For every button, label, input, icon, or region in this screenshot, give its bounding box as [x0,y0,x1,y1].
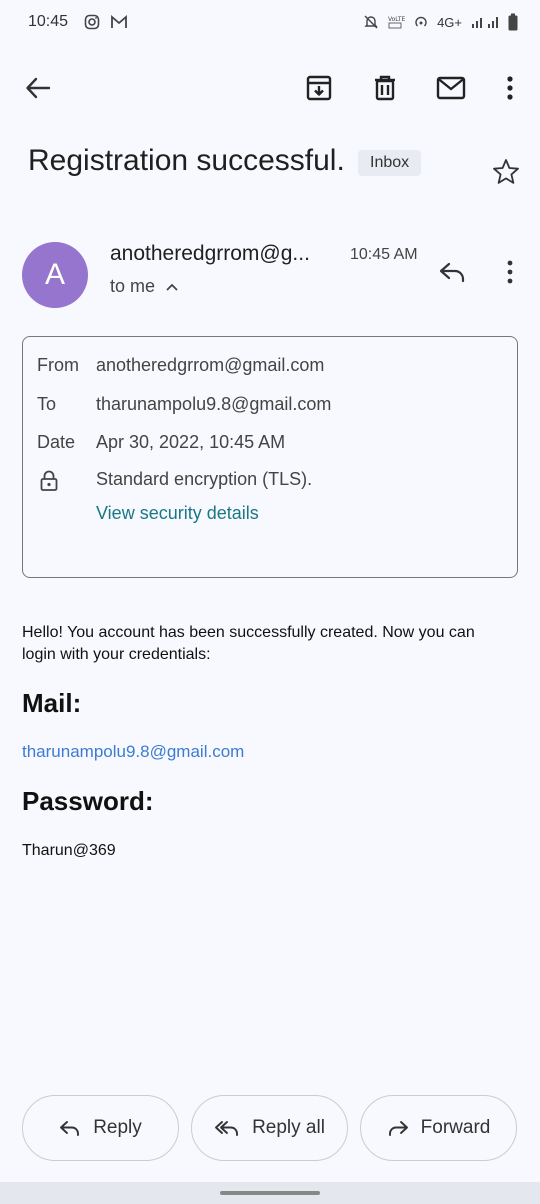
message-more-icon[interactable] [494,254,526,290]
battery-icon [508,13,518,31]
email-time: 10:45 AM [350,246,418,263]
avatar[interactable]: A [22,242,88,308]
reply-button-label: Reply [93,1117,142,1138]
details-date-row: Date Apr 30, 2022, 10:45 AM [37,432,285,453]
password-heading: Password: [22,786,154,816]
status-time: 10:45 [28,13,69,30]
date-value: Apr 30, 2022, 10:45 AM [96,432,286,452]
star-icon[interactable] [490,156,522,188]
recipient-summary: to me [110,276,156,296]
to-label: To [37,394,57,414]
password-value: Tharun@369 [22,842,116,859]
from-label: From [37,355,79,375]
delete-icon[interactable] [367,70,403,106]
message-details-box: From anotheredgrrom@gmail.com To tharuna… [22,336,518,578]
reply-icon [59,1119,81,1137]
sender-name[interactable]: anotheredgrrom@g... [110,242,340,266]
forward-icon [387,1119,409,1137]
to-value[interactable]: tharunampolu9.8@gmail.com [96,394,331,415]
forward-button-label: Forward [420,1117,491,1138]
subject-row: Registration successful. Inbox [28,140,519,190]
chevron-up-icon [165,282,179,292]
reply-icon[interactable] [434,254,470,290]
lock-icon [37,469,61,493]
view-security-details-link[interactable]: View security details [96,503,259,524]
reply-button[interactable]: Reply [22,1095,179,1161]
mail-address-link[interactable]: tharunampolu9.8@gmail.com [22,742,244,762]
inbox-label-chip[interactable]: Inbox [358,150,422,176]
status-bar: 10:45 VoLTE 4G+ [0,0,540,44]
more-vert-icon[interactable] [492,70,528,106]
reply-all-button[interactable]: Reply all [191,1095,348,1161]
email-body-greeting: Hello! You account has been successfully… [22,624,475,663]
app-bar [0,60,540,116]
mail-heading: Mail: [22,688,82,718]
from-value[interactable]: anotheredgrrom@gmail.com [96,355,324,376]
details-from-row: From anotheredgrrom@gmail.com [37,355,324,376]
forward-button[interactable]: Forward [360,1095,517,1161]
date-label: Date [37,432,76,452]
archive-icon[interactable] [301,70,337,106]
gmail-icon [110,15,128,29]
home-gesture-handle[interactable] [220,1191,320,1195]
bell-off-icon [363,14,379,30]
back-arrow-icon[interactable] [20,70,56,106]
hotspot-icon [413,14,429,30]
recipient-toggle[interactable]: to me [110,276,179,297]
email-subject: Registration successful. [28,144,345,177]
network-label: 4G+ [437,14,462,30]
encryption-text: Standard encryption (TLS). [96,469,313,489]
svg-text:VoLTE: VoLTE [388,16,405,23]
signal-icon [470,15,500,29]
instagram-icon [84,14,100,30]
mark-unread-icon[interactable] [433,70,469,106]
reply-all-button-label: Reply all [252,1117,325,1138]
details-to-row: To tharunampolu9.8@gmail.com [37,394,331,415]
system-nav-bar [0,1182,540,1204]
volte-icon: VoLTE [387,14,405,30]
reply-all-icon [214,1119,240,1137]
